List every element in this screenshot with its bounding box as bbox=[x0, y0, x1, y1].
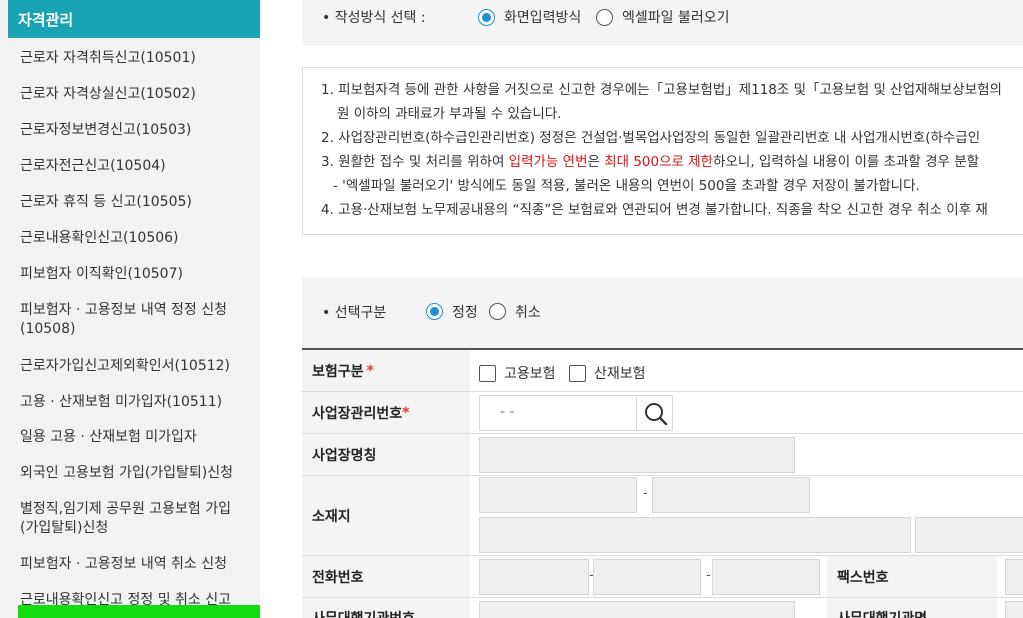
sidebar-item-correction-request-code[interactable]: (10508) bbox=[8, 320, 87, 339]
insurance-type-row: 보험구분 * 고용보험 산재보험 bbox=[302, 350, 1023, 392]
workplace-no-input[interactable]: - - bbox=[479, 395, 637, 431]
phone-input-1[interactable] bbox=[479, 559, 589, 595]
agent-no-label: 사무대행기관번호 bbox=[302, 598, 470, 618]
excel-upload-radio[interactable] bbox=[596, 9, 613, 26]
phone-input-2[interactable] bbox=[593, 559, 701, 595]
sidebar-item-correction-request[interactable]: 피보험자 · 고용정보 내역 정정 신청 bbox=[8, 301, 239, 320]
sidebar-item-worker-info-change[interactable]: 근로자정보변경신고(10503) bbox=[8, 121, 203, 140]
notice-line-2: 2. 사업장관리번호(하수급인관리번호) 정정은 건설업·벌목업사업장의 동일한… bbox=[321, 130, 981, 146]
search-icon bbox=[645, 403, 668, 426]
phone-label: 전화번호 bbox=[302, 556, 470, 597]
sidebar-header: 자격관리 bbox=[8, 0, 260, 38]
address-main-input[interactable] bbox=[479, 517, 911, 553]
notice-line-3-a: 3. 원활한 접수 및 처리를 위하여 bbox=[321, 154, 509, 170]
input-method-panel: • 작성방식 선택 : 화면입력방식 엑셀파일 불러오기 bbox=[302, 0, 1023, 46]
employment-insurance-label[interactable]: 고용보험 bbox=[504, 363, 556, 383]
sidebar-item-exclusion-confirmation[interactable]: 근로자가입신고제외확인서(10512) bbox=[8, 357, 242, 376]
fax-input[interactable] bbox=[1005, 559, 1023, 595]
phone-row: 전화번호 - - 팩스번호 bbox=[302, 556, 1023, 598]
industrial-insurance-checkbox[interactable] bbox=[569, 365, 586, 382]
workplace-no-row: 사업장관리번호 * - - bbox=[302, 392, 1023, 434]
zipcode-input-2[interactable] bbox=[652, 477, 810, 513]
address-row: 소재지 - bbox=[302, 476, 1023, 556]
insurance-type-label: 보험구분 * bbox=[302, 350, 470, 391]
cancel-radio[interactable] bbox=[489, 303, 506, 320]
screen-input-radio[interactable] bbox=[478, 9, 495, 26]
notice-line-3-sub: - '엑셀파일 불러오기' 방식에도 동일 적용, 불러온 내용의 연번이 50… bbox=[333, 178, 920, 194]
sidebar-item-daily-uninsured[interactable]: 일용 고용 · 산재보험 미가입자 bbox=[8, 428, 209, 447]
main-content: • 작성방식 선택 : 화면입력방식 엑셀파일 불러오기 1. 피보험자격 등에… bbox=[302, 0, 1023, 618]
sidebar-item-foreigner-insurance[interactable]: 외국인 고용보험 가입(가입탈퇴)신청 bbox=[8, 464, 245, 483]
phone-input-3[interactable] bbox=[712, 559, 820, 595]
industrial-insurance-label[interactable]: 산재보험 bbox=[594, 363, 646, 383]
zipcode-separator: - bbox=[643, 486, 648, 501]
form-table: 보험구분 * 고용보험 산재보험 사업장관리번호 * - - 사업장명칭 소재지 - bbox=[302, 348, 1023, 618]
workplace-name-row: 사업장명칭 bbox=[302, 434, 1023, 476]
address-label: 소재지 bbox=[302, 476, 470, 555]
notice-line-1: 1. 피보험자격 등에 관한 사항을 거짓으로 신고한 경우에는「고용보험법」제… bbox=[321, 82, 1002, 98]
sidebar-item-leave[interactable]: 근로자 휴직 등 신고(10505) bbox=[8, 193, 204, 212]
correction-radio[interactable] bbox=[426, 303, 443, 320]
phone-separator-2: - bbox=[706, 568, 711, 583]
sidebar-item-work-confirmation[interactable]: 근로내용확인신고(10506) bbox=[8, 229, 191, 248]
sidebar-item-uninsured[interactable]: 고용 · 산재보험 미가입자(10511) bbox=[8, 393, 234, 412]
sidebar-item-civil-servant-insurance[interactable]: 별정직,임기제 공무원 고용보험 가입 bbox=[8, 500, 243, 519]
address-detail-input[interactable] bbox=[915, 517, 1023, 553]
notice-box: 1. 피보험자격 등에 관한 사항을 거짓으로 신고한 경우에는「고용보험법」제… bbox=[302, 67, 1023, 235]
sidebar: 자격관리 근로자 자격취득신고(10501) 근로자 자격상실신고(10502)… bbox=[0, 0, 260, 618]
notice-line-3-highlight-1: 입력가능 연번 bbox=[508, 154, 588, 170]
workplace-name-input[interactable] bbox=[479, 437, 795, 473]
notice-line-3-e: 하오니, 입력하실 내용이 이를 초과할 경우 분할 bbox=[713, 154, 980, 170]
agent-name-label: 사무대행기관명 bbox=[827, 598, 997, 618]
agent-name-input[interactable] bbox=[1005, 601, 1023, 618]
notice-line-4: 4. 고용·산재보험 노무제공내용의 “직종”은 보험료와 연관되어 변경 불가… bbox=[321, 202, 988, 218]
sidebar-item-cancel-request[interactable]: 피보험자 · 고용정보 내역 취소 신청 bbox=[8, 555, 239, 574]
employment-insurance-checkbox[interactable] bbox=[479, 365, 496, 382]
cancel-label[interactable]: 취소 bbox=[515, 302, 541, 322]
notice-line-1b: 원 이하의 과태료가 부과될 수 있습니다. bbox=[337, 106, 562, 122]
selection-panel: • 선택구분 정정 취소 bbox=[302, 278, 1023, 348]
sidebar-item-qualification-acquisition[interactable]: 근로자 자격취득신고(10501) bbox=[8, 49, 208, 68]
sidebar-item-separation-confirmation[interactable]: 피보험자 이직확인(10507) bbox=[8, 265, 195, 284]
agent-row: 사무대행기관번호 사무대행기관명 bbox=[302, 598, 1023, 618]
notice-line-3-c: 은 bbox=[587, 154, 605, 170]
selection-label: • 선택구분 bbox=[322, 305, 387, 321]
excel-upload-label[interactable]: 엑셀파일 불러오기 bbox=[622, 7, 730, 27]
sidebar-highlight-bar bbox=[18, 605, 260, 618]
sidebar-item-qualification-loss[interactable]: 근로자 자격상실신고(10502) bbox=[8, 85, 208, 104]
zipcode-input-1[interactable] bbox=[479, 477, 637, 513]
workplace-search-button[interactable] bbox=[636, 395, 673, 431]
sidebar-item-transfer[interactable]: 근로자전근신고(10504) bbox=[8, 157, 178, 176]
workplace-no-label: 사업장관리번호 * bbox=[302, 392, 470, 433]
correction-label[interactable]: 정정 bbox=[452, 302, 478, 322]
fax-label: 팩스번호 bbox=[827, 556, 997, 597]
notice-line-3: 3. 원활한 접수 및 처리를 위하여 입력가능 연번은 최대 500으로 제한… bbox=[321, 150, 1023, 174]
sidebar-item-civil-servant-insurance-cont[interactable]: (가입탈퇴)신청 bbox=[8, 519, 120, 538]
input-method-label: • 작성방식 선택 : bbox=[322, 10, 426, 26]
workplace-name-label: 사업장명칭 bbox=[302, 434, 470, 475]
agent-no-input[interactable] bbox=[479, 601, 795, 618]
screen-input-label[interactable]: 화면입력방식 bbox=[504, 7, 581, 27]
notice-line-3-highlight-2: 최대 500으로 제한 bbox=[604, 154, 714, 170]
